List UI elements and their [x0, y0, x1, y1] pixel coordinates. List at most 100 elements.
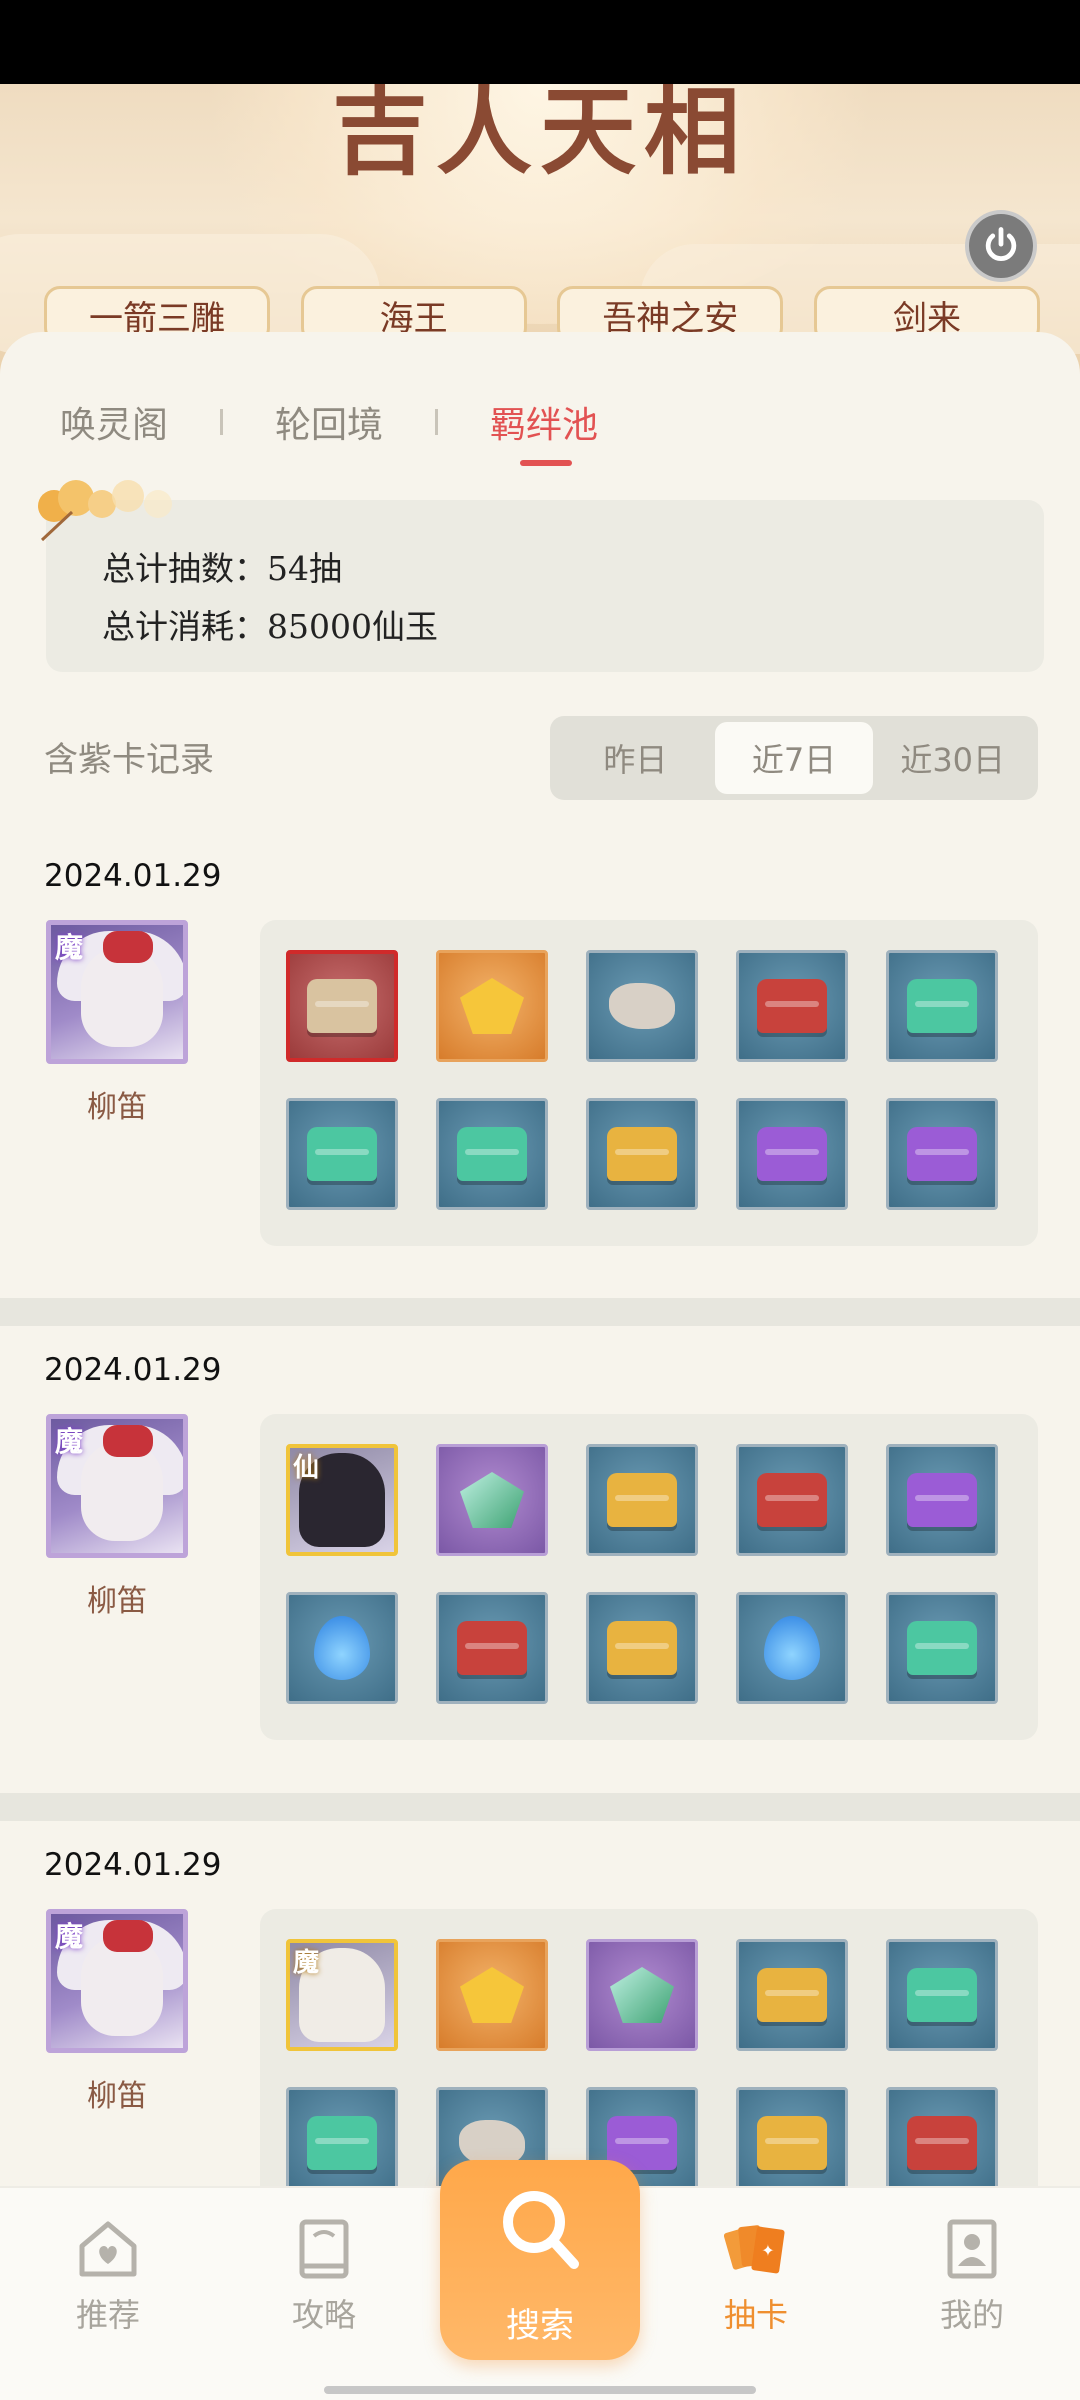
green-chest-icon	[307, 2116, 377, 2170]
blue-flame-icon	[314, 1616, 370, 1680]
nav-recommend[interactable]: 推荐	[38, 2218, 178, 2336]
gold-nugget-icon	[460, 1967, 524, 2023]
result-slot-gold-chest[interactable]	[586, 1592, 698, 1704]
red-chest-icon	[907, 2116, 977, 2170]
result-slot-red-chest[interactable]	[886, 2087, 998, 2199]
total-draws-value: 54抽	[267, 549, 342, 588]
faction-badge: 魔	[54, 931, 83, 964]
result-slot-green-chest[interactable]	[286, 2087, 398, 2199]
avatar-mask	[103, 1425, 153, 1457]
faction-badge: 魔	[54, 1920, 83, 1953]
result-slot-blue-flame[interactable]	[286, 1592, 398, 1704]
green-chest-icon	[907, 1621, 977, 1675]
svg-text:✦: ✦	[761, 2241, 774, 2260]
draw-result-grid	[260, 920, 1038, 1246]
nav-label: 攻略	[291, 2296, 356, 2334]
jade-crystal-icon	[610, 1967, 674, 2023]
result-slot-purple-chest[interactable]	[736, 1098, 848, 1210]
gold-chest-icon	[607, 1473, 677, 1527]
nav-mine[interactable]: 我的	[902, 2218, 1042, 2336]
result-slot-jade-crystal[interactable]	[436, 1444, 548, 1556]
range-7-days[interactable]: 近7日	[714, 722, 874, 794]
result-slot-purple-chest[interactable]	[886, 1444, 998, 1556]
total-cost-label: 总计消耗：	[102, 607, 267, 646]
record-date: 2024.01.29	[44, 858, 222, 894]
purple-chest-icon	[757, 1127, 827, 1181]
result-slot-gold-chest[interactable]	[736, 2087, 848, 2199]
nav-gacha[interactable]: ✦ 抽卡	[686, 2218, 826, 2336]
faction-badge: 魔	[54, 1425, 83, 1458]
profile-icon	[947, 2219, 997, 2279]
result-slot-treasure-box[interactable]	[286, 950, 398, 1062]
nav-label: 我的	[939, 2296, 1004, 2334]
records-heading: 含紫卡记录	[44, 740, 214, 780]
portrait-badge: 仙	[293, 1453, 320, 1483]
result-slot-gold-nugget[interactable]	[436, 1939, 548, 2051]
home-indicator	[324, 2386, 756, 2394]
date-range-segmented: 昨日 近7日 近30日	[550, 716, 1038, 800]
treasure-box-icon	[307, 979, 377, 1033]
result-slot-character-portrait[interactable]: 魔	[286, 1939, 398, 2051]
cards-icon: ✦	[723, 2225, 785, 2274]
green-chest-icon	[907, 979, 977, 1033]
result-slot-red-chest[interactable]	[736, 950, 848, 1062]
status-bar	[0, 0, 1080, 84]
record-date: 2024.01.29	[44, 1847, 222, 1883]
avatar-mask	[103, 1920, 153, 1952]
record-section: 2024.01.29 魔柳笛 仙	[0, 1352, 1080, 1820]
character-avatar[interactable]: 魔	[46, 1909, 188, 2053]
result-slot-gold-nugget[interactable]	[436, 950, 548, 1062]
result-slot-stone[interactable]	[586, 950, 698, 1062]
nav-guide[interactable]: 攻略	[254, 2218, 394, 2336]
red-chest-icon	[757, 979, 827, 1033]
result-slot-jade-crystal[interactable]	[586, 1939, 698, 2051]
stone-icon	[609, 983, 675, 1029]
character-portrait-icon: 仙	[293, 1453, 385, 1547]
search-label: 搜索	[506, 2306, 574, 2346]
hero-title: 吉人天相	[332, 84, 748, 188]
power-icon	[985, 227, 1017, 261]
green-chest-icon	[307, 1127, 377, 1181]
guide-book-icon	[299, 2219, 349, 2279]
result-slot-gold-chest[interactable]	[586, 1098, 698, 1210]
result-slot-character-portrait[interactable]: 仙	[286, 1444, 398, 1556]
gold-chest-icon	[757, 2116, 827, 2170]
red-chest-icon	[757, 1473, 827, 1527]
stats-card: 总计抽数：54抽 总计消耗：85000仙玉	[38, 480, 1044, 672]
green-chest-icon	[457, 1127, 527, 1181]
avatar-mask	[103, 931, 153, 963]
result-slot-green-chest[interactable]	[886, 1939, 998, 2051]
tab-jiban[interactable]: 羁绊池	[490, 396, 598, 466]
total-cost-row: 总计消耗：85000仙玉	[102, 600, 438, 648]
result-slot-purple-chest[interactable]	[886, 1098, 998, 1210]
character-avatar[interactable]: 魔	[46, 920, 188, 1064]
character-name: 柳笛	[87, 1584, 147, 1619]
power-button[interactable]	[965, 210, 1037, 282]
range-30-days[interactable]: 近30日	[873, 722, 1032, 794]
total-draws-label: 总计抽数：	[102, 549, 267, 588]
result-slot-red-chest[interactable]	[436, 1592, 548, 1704]
result-slot-green-chest[interactable]	[436, 1098, 548, 1210]
gold-chest-icon	[757, 1968, 827, 2022]
green-chest-icon	[907, 1968, 977, 2022]
tab-lunhui[interactable]: 轮回境	[275, 396, 383, 448]
nav-label: 抽卡	[723, 2296, 788, 2334]
search-icon	[503, 2191, 579, 2269]
character-portrait-icon: 魔	[293, 1948, 385, 2042]
search-fab-button[interactable]: 搜索	[440, 2160, 640, 2360]
red-chest-icon	[457, 1621, 527, 1675]
portrait-badge: 魔	[293, 1948, 320, 1978]
record-section: 2024.01.29 魔柳笛	[0, 858, 1080, 1326]
result-slot-gold-chest[interactable]	[586, 1444, 698, 1556]
range-yesterday[interactable]: 昨日	[556, 722, 715, 794]
jade-crystal-icon	[460, 1472, 524, 1528]
result-slot-green-chest[interactable]	[886, 1592, 998, 1704]
result-slot-blue-flame[interactable]	[736, 1592, 848, 1704]
character-avatar[interactable]: 魔	[46, 1414, 188, 1558]
result-slot-red-chest[interactable]	[736, 1444, 848, 1556]
result-slot-green-chest[interactable]	[886, 950, 998, 1062]
tab-divider	[435, 409, 439, 435]
result-slot-gold-chest[interactable]	[736, 1939, 848, 2051]
tab-huanling[interactable]: 唤灵阁	[60, 396, 168, 448]
result-slot-green-chest[interactable]	[286, 1098, 398, 1210]
